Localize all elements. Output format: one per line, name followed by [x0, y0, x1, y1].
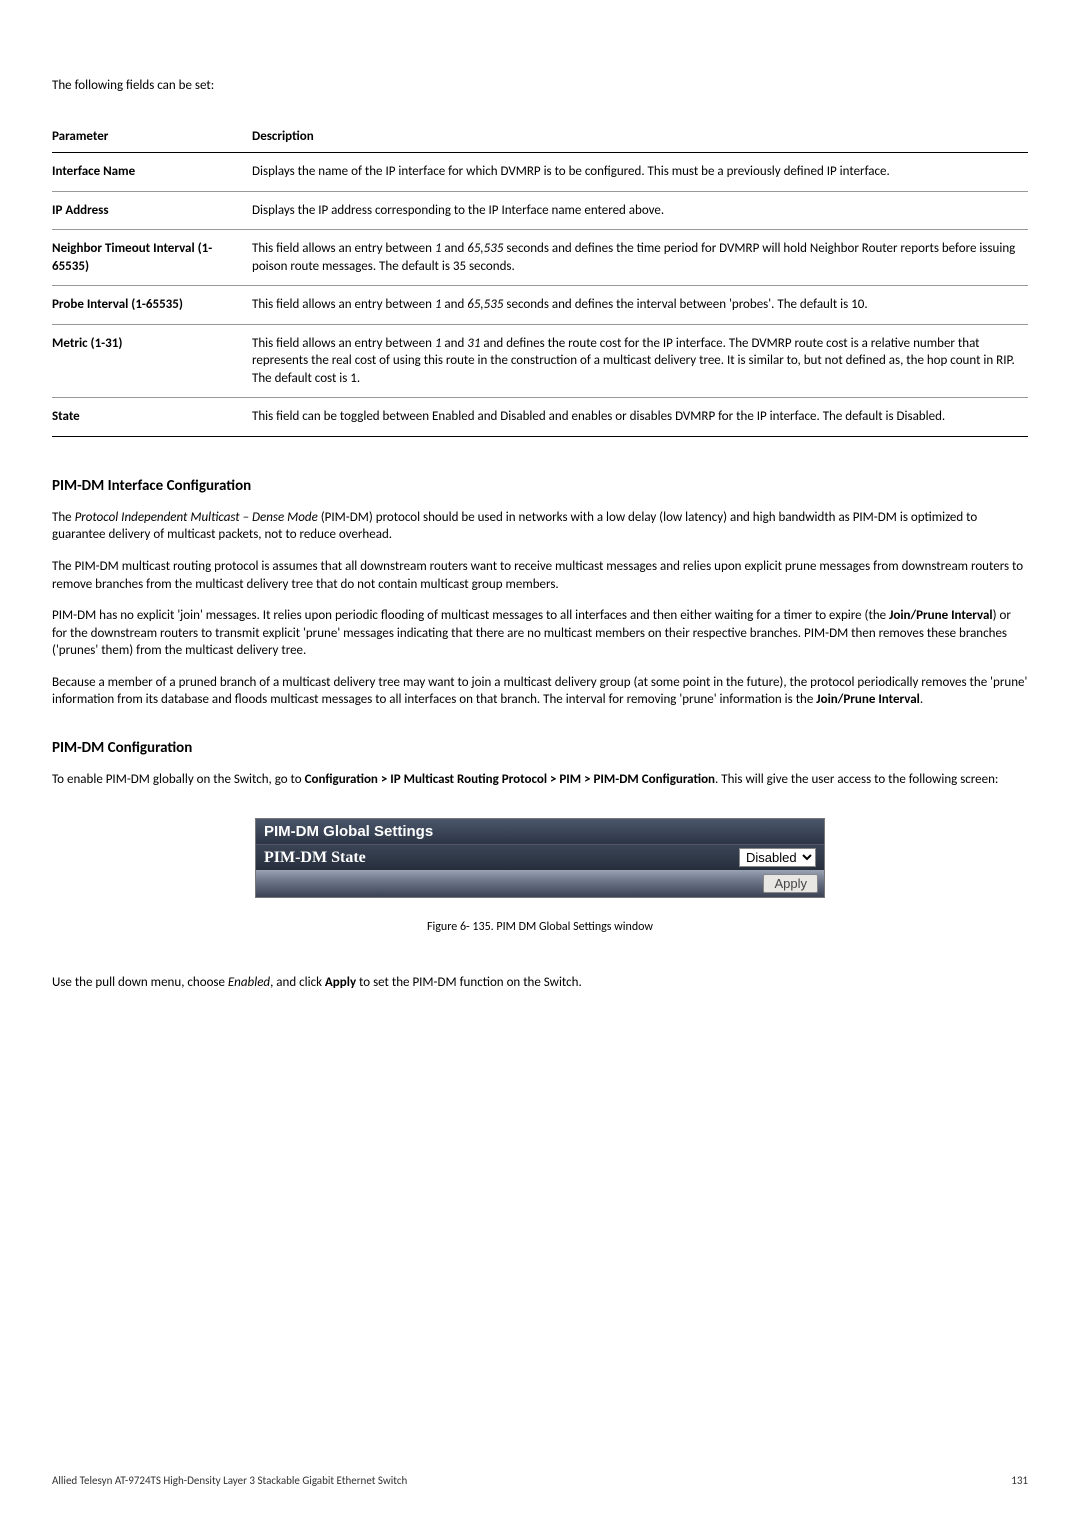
pimdm-state-row: PIM-DM State Disabled	[256, 844, 824, 870]
paragraph: PIM-DM has no explicit 'join' messages. …	[52, 607, 1028, 660]
param-label: Metric (1-31)	[52, 324, 252, 398]
apply-row: Apply	[256, 870, 824, 897]
param-desc: Displays the name of the IP interface fo…	[252, 153, 1028, 192]
th-parameter: Parameter	[52, 121, 252, 153]
figure-caption: Figure 6- 135. PIM DM Global Settings wi…	[52, 920, 1028, 934]
table-row: Probe Interval (1-65535) This field allo…	[52, 286, 1028, 325]
footer-left: Allied Telesyn AT-9724TS High-Density La…	[52, 1474, 407, 1487]
footer-page-number: 131	[1011, 1474, 1028, 1487]
pimdm-state-select[interactable]: Disabled	[739, 848, 816, 867]
parameter-table: Parameter Description Interface Name Dis…	[52, 121, 1028, 437]
paragraph: The PIM-DM multicast routing protocol is…	[52, 558, 1028, 593]
intro-text: The following fields can be set:	[52, 78, 1028, 93]
pimdm-state-label: PIM-DM State	[264, 849, 739, 867]
param-desc: This field allows an entry between 1 and…	[252, 230, 1028, 286]
param-label: State	[52, 398, 252, 437]
param-label: Interface Name	[52, 153, 252, 192]
paragraph: Use the pull down menu, choose Enabled, …	[52, 974, 1028, 992]
page-footer: Allied Telesyn AT-9724TS High-Density La…	[52, 1474, 1028, 1487]
table-row: State This field can be toggled between …	[52, 398, 1028, 437]
table-row: Metric (1-31) This field allows an entry…	[52, 324, 1028, 398]
param-label: Neighbor Timeout Interval (1-65535)	[52, 230, 252, 286]
section-heading-pimdm-config: PIM-DM Configuration	[52, 739, 1028, 757]
pimdm-global-settings-panel: PIM-DM Global Settings PIM-DM State Disa…	[255, 818, 825, 898]
apply-button[interactable]: Apply	[763, 874, 818, 893]
table-row: IP Address Displays the IP address corre…	[52, 191, 1028, 230]
param-label: IP Address	[52, 191, 252, 230]
param-desc: Displays the IP address corresponding to…	[252, 191, 1028, 230]
paragraph: The Protocol Independent Multicast – Den…	[52, 509, 1028, 544]
table-row: Interface Name Displays the name of the …	[52, 153, 1028, 192]
param-desc: This field can be toggled between Enable…	[252, 398, 1028, 437]
table-row: Neighbor Timeout Interval (1-65535) This…	[52, 230, 1028, 286]
embedded-screenshot: PIM-DM Global Settings PIM-DM State Disa…	[52, 818, 1028, 898]
param-desc: This field allows an entry between 1 and…	[252, 324, 1028, 398]
panel-title: PIM-DM Global Settings	[256, 819, 824, 844]
section-heading-pimdm-interface: PIM-DM Interface Configuration	[52, 477, 1028, 495]
th-description: Description	[252, 121, 1028, 153]
param-label: Probe Interval (1-65535)	[52, 286, 252, 325]
paragraph: Because a member of a pruned branch of a…	[52, 674, 1028, 709]
param-desc: This field allows an entry between 1 and…	[252, 286, 1028, 325]
paragraph: To enable PIM-DM globally on the Switch,…	[52, 771, 1028, 789]
